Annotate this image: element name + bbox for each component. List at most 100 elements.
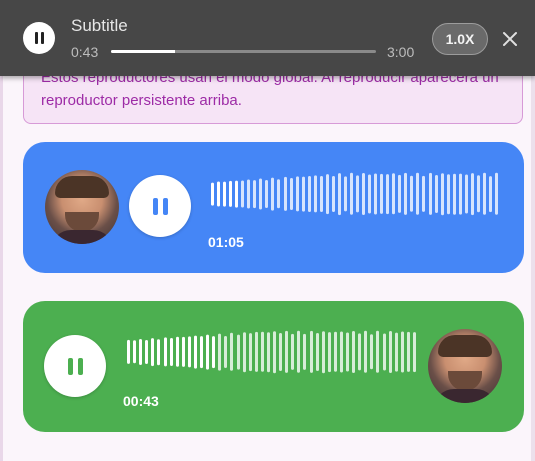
play-pause-button[interactable] bbox=[129, 175, 191, 237]
waveform-bar bbox=[319, 175, 323, 213]
waveform-bar bbox=[242, 332, 246, 372]
pause-icon bbox=[152, 197, 168, 215]
waveform-bar bbox=[139, 338, 143, 366]
waveform-bar bbox=[458, 173, 462, 215]
voice-message-blue: 01:05 bbox=[23, 142, 524, 273]
waveform-bar bbox=[307, 176, 311, 212]
total-time: 3:00 bbox=[387, 44, 415, 60]
pause-icon bbox=[67, 357, 83, 375]
waveform-bar bbox=[382, 333, 386, 371]
waveform-bar bbox=[241, 180, 245, 208]
waveform-bar bbox=[470, 173, 474, 215]
waveform-bar bbox=[494, 172, 498, 216]
waveform-bar bbox=[388, 331, 392, 373]
mini-play-pause-button[interactable] bbox=[23, 22, 55, 54]
progress-slider[interactable] bbox=[111, 50, 376, 53]
current-time: 0:43 bbox=[71, 44, 99, 60]
waveform-bar bbox=[277, 179, 281, 209]
waveform-bar bbox=[476, 175, 480, 213]
waveform-bar bbox=[187, 336, 191, 368]
track-title: Subtitle bbox=[71, 16, 128, 35]
waveform-bar bbox=[271, 177, 275, 211]
elapsed-time: 01:05 bbox=[208, 234, 244, 250]
waveform-bar bbox=[325, 174, 329, 214]
playback-speed-button[interactable]: 1.0X bbox=[432, 23, 488, 55]
waveform-bar bbox=[248, 333, 252, 371]
waveform-bar bbox=[224, 336, 228, 368]
waveform-bar bbox=[217, 181, 221, 207]
waveform-bar bbox=[193, 335, 197, 369]
waveform-bar bbox=[428, 172, 432, 216]
waveform-bar bbox=[175, 336, 179, 368]
waveform-bar bbox=[265, 180, 269, 208]
waveform-seekbar[interactable] bbox=[127, 322, 419, 382]
waveform-bar bbox=[253, 180, 257, 208]
waveform-bar bbox=[440, 173, 444, 215]
waveform-bar bbox=[223, 181, 227, 207]
waveform-bar bbox=[380, 173, 384, 215]
waveform-bar bbox=[151, 338, 155, 366]
waveform-bar bbox=[356, 175, 359, 213]
waveform-bar bbox=[229, 180, 233, 208]
waveform-bar bbox=[452, 173, 456, 215]
waveform-bar bbox=[410, 175, 414, 213]
waveform-bar bbox=[392, 173, 396, 215]
waveform-seekbar[interactable] bbox=[211, 164, 501, 224]
waveform-bar bbox=[362, 173, 366, 215]
waveform-bar bbox=[169, 338, 173, 366]
waveform-bar bbox=[283, 176, 287, 212]
progress-fill bbox=[111, 50, 175, 53]
waveform-bar bbox=[303, 333, 307, 371]
waveform-bar bbox=[206, 334, 210, 370]
waveform-bar bbox=[181, 336, 185, 368]
waveform-bar bbox=[309, 330, 313, 374]
elapsed-time: 00:43 bbox=[123, 393, 159, 409]
waveform-bar bbox=[247, 179, 251, 209]
waveform-bar bbox=[446, 174, 450, 214]
waveform-bar bbox=[370, 334, 374, 370]
waveform-bar bbox=[279, 332, 283, 372]
waveform-bar bbox=[273, 331, 276, 373]
waveform-bar bbox=[482, 172, 486, 216]
waveform-bar bbox=[289, 177, 293, 211]
waveform-bar bbox=[337, 173, 341, 215]
left-edge bbox=[0, 75, 3, 461]
play-pause-button[interactable] bbox=[44, 335, 106, 397]
waveform-bar bbox=[297, 330, 301, 374]
waveform-bar bbox=[285, 330, 289, 374]
waveform-bar bbox=[295, 176, 299, 212]
waveform-bar bbox=[291, 333, 295, 371]
waveform-bar bbox=[266, 332, 270, 372]
waveform-bar bbox=[313, 175, 317, 213]
waveform-bar bbox=[218, 333, 222, 371]
close-icon[interactable] bbox=[500, 29, 520, 49]
waveform-bar bbox=[386, 174, 390, 214]
waveform-bar bbox=[133, 340, 137, 364]
waveform-bar bbox=[157, 339, 161, 365]
waveform-bar bbox=[422, 175, 426, 213]
waveform-bar bbox=[259, 178, 263, 210]
waveform-bar bbox=[145, 340, 149, 364]
waveform-bar bbox=[398, 174, 402, 214]
avatar bbox=[45, 170, 119, 244]
waveform-bar bbox=[327, 332, 331, 372]
waveform-bar bbox=[236, 334, 240, 370]
waveform-bar bbox=[333, 331, 337, 373]
pause-icon bbox=[34, 32, 44, 44]
waveform-bar bbox=[352, 331, 356, 373]
voice-message-green: 00:43 bbox=[23, 301, 524, 432]
waveform-bar bbox=[260, 331, 264, 373]
waveform-bar bbox=[163, 337, 167, 367]
waveform-bar bbox=[404, 172, 408, 216]
waveform-bar bbox=[374, 173, 378, 215]
persistent-mini-player: Subtitle 0:43 3:00 1.0X bbox=[0, 0, 535, 76]
waveform-bar bbox=[343, 176, 347, 212]
waveform-bar bbox=[368, 174, 372, 214]
waveform-bar bbox=[331, 176, 335, 212]
waveform-bar bbox=[488, 176, 492, 212]
waveform-bar bbox=[400, 331, 404, 373]
waveform-bar bbox=[200, 336, 203, 368]
waveform-bar bbox=[394, 332, 398, 372]
waveform-bar bbox=[339, 331, 343, 373]
waveform-bar bbox=[346, 332, 349, 372]
